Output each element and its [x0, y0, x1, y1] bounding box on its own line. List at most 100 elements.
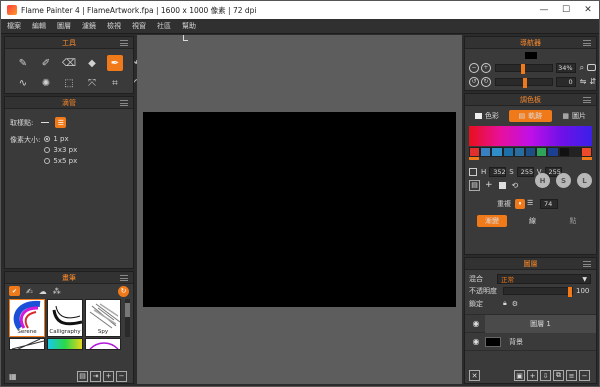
add-layer-icon[interactable]: +: [527, 370, 538, 381]
panel-menu-icon[interactable]: [583, 261, 591, 267]
color-swatch[interactable]: [580, 147, 593, 157]
blob-icon[interactable]: ✺: [38, 75, 54, 91]
brush-thumb-spy[interactable]: Spy: [85, 299, 121, 337]
zoom-out-icon[interactable]: −: [469, 62, 479, 73]
menu-file[interactable]: 檔案: [7, 21, 21, 31]
menu-layer[interactable]: 圖層: [57, 21, 71, 31]
minimize-button[interactable]: —: [533, 1, 555, 19]
menu-community[interactable]: 社區: [157, 21, 171, 31]
brush-sparkle-icon[interactable]: ⁂: [53, 287, 61, 296]
navigator-preview[interactable]: [524, 52, 537, 59]
point-icon[interactable]: [498, 181, 506, 189]
lightness-button[interactable]: L: [577, 173, 592, 188]
brush-add-icon[interactable]: +: [103, 370, 114, 382]
color-swatch[interactable]: [524, 147, 537, 157]
track-list-icon[interactable]: ▤: [469, 179, 480, 191]
flatten-layer-icon[interactable]: ≡: [566, 370, 577, 381]
s-value[interactable]: 255: [516, 166, 534, 177]
brush-settings-button[interactable]: ↻: [118, 285, 129, 297]
opacity-slider[interactable]: [503, 287, 573, 297]
panel-menu-icon[interactable]: [120, 40, 128, 46]
lock-icon[interactable]: 🔒︎: [503, 299, 507, 308]
visibility-eye-icon[interactable]: ◉: [471, 319, 481, 328]
zoom-value[interactable]: 34%: [555, 62, 576, 73]
brush-flame-icon[interactable]: ✍: [26, 287, 33, 296]
brush-cloud-icon[interactable]: ☁: [39, 287, 47, 296]
brush-thumb-serene[interactable]: Serene: [9, 299, 45, 337]
tab-color[interactable]: 色彩: [467, 110, 507, 122]
color-swatch[interactable]: [547, 147, 559, 157]
duplicate-layer-icon[interactable]: ⧉: [553, 370, 564, 381]
bucket-icon[interactable]: ◆: [84, 55, 100, 71]
color-swatch[interactable]: [502, 147, 514, 157]
mode-dot-button[interactable]: 點: [558, 215, 588, 227]
layer-row[interactable]: ◉ 背景: [465, 333, 596, 351]
color-swatch[interactable]: [513, 147, 525, 157]
pixel-size-option-5px[interactable]: 5x5 px: [44, 157, 77, 165]
brush-thumb-calligraphy[interactable]: Calligraphy: [47, 299, 83, 337]
maximize-button[interactable]: ☐: [555, 1, 577, 19]
color-swatch[interactable]: [469, 147, 481, 157]
zoom-slider[interactable]: [494, 63, 553, 74]
flip-vertical-icon[interactable]: ⇵: [589, 77, 596, 86]
brush-thumb-partial-1[interactable]: [9, 338, 45, 350]
repeat-value[interactable]: 74: [540, 198, 558, 209]
select-icon[interactable]: ⬚: [61, 75, 77, 91]
brush-remove-icon[interactable]: −: [116, 370, 127, 382]
delete-layer-icon[interactable]: −: [579, 370, 590, 381]
hue-button[interactable]: H: [535, 173, 550, 188]
opacity-value[interactable]: 100: [576, 287, 589, 295]
brush-import-icon[interactable]: ▤: [77, 370, 88, 382]
color-swatch[interactable]: [558, 147, 570, 157]
mode-gradient-button[interactable]: 漸變: [477, 215, 507, 227]
clear-layer-icon[interactable]: ✕: [469, 370, 480, 381]
tab-image[interactable]: ▦ 圖片: [554, 110, 594, 122]
brush-thumb-partial-3[interactable]: [85, 338, 121, 350]
pixel-size-option-3px[interactable]: 3x3 px: [44, 146, 77, 154]
color-swatch[interactable]: [569, 147, 581, 157]
area-sample-button[interactable]: ☰: [55, 117, 67, 128]
menu-help[interactable]: 幫助: [182, 21, 196, 31]
transform-icon[interactable]: ⤧: [84, 75, 100, 91]
tab-track[interactable]: ▤ 軌跡: [508, 110, 553, 122]
brush-scrollbar[interactable]: [125, 299, 130, 337]
panel-menu-icon[interactable]: [583, 40, 591, 46]
color-gradient[interactable]: [469, 126, 592, 146]
zoom-in-icon[interactable]: +: [480, 62, 491, 73]
add-point-icon[interactable]: +: [485, 180, 493, 190]
saturation-button[interactable]: S: [556, 173, 571, 188]
color-swatch[interactable]: [536, 147, 548, 157]
loop-icon[interactable]: ⟲: [512, 181, 519, 190]
fit-screen-icon[interactable]: [587, 64, 596, 71]
mode-line-button[interactable]: 線: [518, 215, 548, 227]
pencil-icon[interactable]: ✐: [38, 55, 54, 71]
brush-export-icon[interactable]: ⇥: [90, 370, 101, 382]
h-value[interactable]: 352: [489, 166, 507, 177]
flip-horizontal-icon[interactable]: ⇋: [580, 77, 587, 86]
wave-icon[interactable]: ∿: [15, 75, 31, 91]
merge-layer-icon[interactable]: ⇩: [540, 370, 551, 381]
layer-image-icon[interactable]: ▣: [514, 370, 525, 381]
menu-window[interactable]: 視窗: [132, 21, 146, 31]
repeat-mode-list-button[interactable]: ☰: [527, 199, 537, 209]
color-swatch[interactable]: [480, 147, 492, 157]
menu-view[interactable]: 檢視: [107, 21, 121, 31]
crop-icon[interactable]: ⌗: [107, 75, 123, 91]
rotate-left-icon[interactable]: ↺: [469, 76, 479, 87]
single-point-icon[interactable]: [41, 122, 50, 123]
color-swatch[interactable]: [491, 147, 503, 157]
rotation-value[interactable]: 0: [555, 76, 576, 87]
menu-filter[interactable]: 濾鏡: [82, 21, 96, 31]
zoom-fit-icon[interactable]: ⌕: [580, 63, 584, 73]
lock-settings-icon[interactable]: ⚙: [512, 300, 518, 308]
menu-edit[interactable]: 編輯: [32, 21, 46, 31]
panel-menu-icon[interactable]: [583, 97, 591, 103]
color-picker-icon[interactable]: [469, 167, 477, 176]
canvas-area[interactable]: [137, 35, 462, 384]
rotate-right-icon[interactable]: ↻: [480, 76, 491, 87]
panel-menu-icon[interactable]: [120, 275, 128, 281]
eraser-icon[interactable]: ⌫: [61, 55, 77, 71]
rotation-slider[interactable]: [494, 77, 553, 88]
pen-icon[interactable]: ✎: [15, 55, 31, 71]
brush-view-grid-button[interactable]: ✔: [9, 286, 20, 296]
